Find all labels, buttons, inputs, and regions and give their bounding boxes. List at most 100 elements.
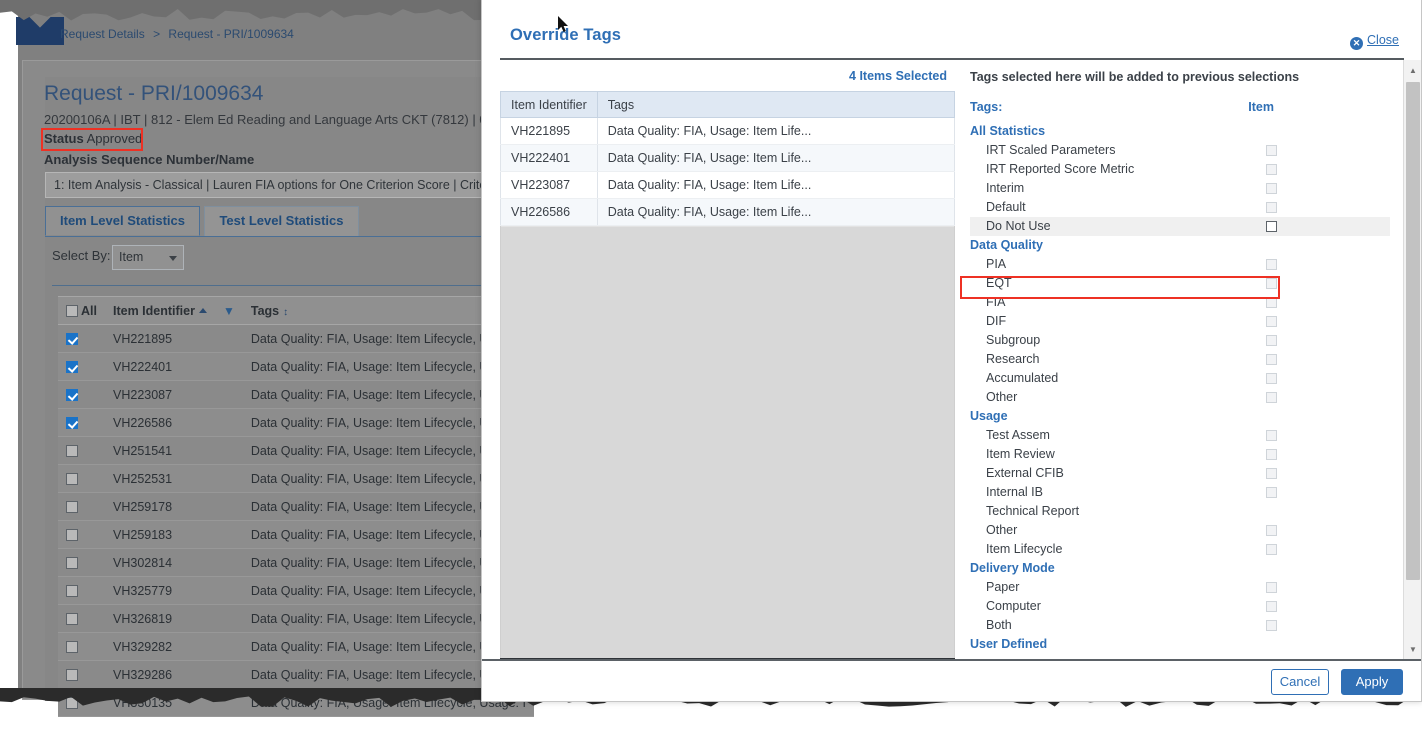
- table-row[interactable]: VH222401 Data Quality: FIA, Usage: Item L…: [58, 352, 534, 381]
- row-checkbox[interactable]: [66, 389, 78, 402]
- select-all-header[interactable]: All: [58, 296, 105, 325]
- row-select-cell[interactable]: [58, 352, 105, 381]
- tag-option-label: Computer: [986, 599, 1041, 613]
- tag-group-header-all-statistics: All Statistics: [970, 124, 1046, 138]
- tag-option-label: Paper: [986, 580, 1020, 594]
- table-row[interactable]: VH329282 Data Quality: FIA, Usage: Item L…: [58, 632, 534, 661]
- close-button[interactable]: ✕ Close: [1350, 33, 1399, 50]
- row-select-cell[interactable]: [58, 576, 105, 605]
- tag-option-checkbox: [1266, 354, 1277, 365]
- tag-option-label: IRT Scaled Parameters: [986, 143, 1116, 157]
- apply-button[interactable]: Apply: [1341, 669, 1403, 695]
- tag-option-checkbox: [1266, 145, 1277, 156]
- table-row[interactable]: VH251541 Data Quality: FIA, Usage: Item L…: [58, 436, 534, 465]
- table-body: VH221895 Data Quality: FIA, Usage: Item L…: [58, 324, 534, 717]
- tag-option-checkbox[interactable]: [1266, 221, 1277, 232]
- sequence-field[interactable]: 1: Item Analysis - Classical | Lauren FI…: [45, 172, 505, 198]
- row-select-cell[interactable]: [58, 520, 105, 549]
- tag-option-other: Other: [970, 521, 1390, 540]
- row-select-cell[interactable]: [58, 604, 105, 633]
- tag-option-label: FIA: [986, 295, 1006, 309]
- filter-icon[interactable]: ▼: [223, 304, 235, 318]
- row-select-cell[interactable]: [58, 380, 105, 409]
- tag-option-checkbox: [1266, 392, 1277, 403]
- status-label: Status: [44, 131, 84, 146]
- row-checkbox[interactable]: [66, 529, 78, 542]
- tag-option-checkbox: [1266, 620, 1277, 631]
- select-all-checkbox[interactable]: [66, 305, 78, 318]
- table-row[interactable]: VH252531 Data Quality: FIA, Usage: Item L…: [58, 464, 534, 493]
- selected-table-header-row: Item Identifier Tags: [500, 91, 956, 118]
- cancel-button[interactable]: Cancel: [1271, 669, 1329, 695]
- tag-group-header-delivery-mode: Delivery Mode: [970, 561, 1055, 575]
- row-checkbox[interactable]: [66, 445, 78, 458]
- table-row[interactable]: VH325779 Data Quality: FIA, Usage: Item L…: [58, 576, 534, 605]
- scroll-up-arrow-icon[interactable]: ▲: [1404, 62, 1421, 79]
- table-row[interactable]: VH326819 Data Quality: FIA, Usage: Item L…: [58, 604, 534, 633]
- selected-row-item-identifier: VH222401: [500, 144, 598, 172]
- statistics-tabs: Item Level Statistics Test Level Statist…: [45, 206, 359, 236]
- dialog-title: Override Tags: [510, 26, 622, 44]
- table-row[interactable]: VH302814 Data Quality: FIA, Usage: Item L…: [58, 548, 534, 577]
- tag-option-checkbox: [1266, 259, 1277, 270]
- row-item-identifier: VH326819: [105, 604, 243, 633]
- item-identifier-header[interactable]: Item Identifier ▼: [105, 296, 243, 325]
- row-item-identifier: VH259178: [105, 492, 243, 521]
- table-row[interactable]: VH329286 Data Quality: FIA, Usage: Item L…: [58, 660, 534, 689]
- scrollbar-thumb[interactable]: [1406, 82, 1420, 580]
- dialog-scrollbar[interactable]: ▲ ▼: [1403, 60, 1421, 660]
- row-item-identifier: VH325779: [105, 576, 243, 605]
- item-identifier-header-label: Item Identifier: [113, 303, 195, 318]
- tag-option-both: Both: [970, 616, 1390, 635]
- request-subtitle: 20200106A | IBT | 812 - Elem Ed Reading …: [44, 112, 502, 127]
- tag-option-label: DIF: [986, 314, 1007, 328]
- tag-option-checkbox: [1266, 430, 1277, 441]
- tag-option-item-review: Item Review: [970, 445, 1390, 464]
- row-checkbox[interactable]: [66, 501, 78, 514]
- override-tags-dialog: Override Tags ✕ Close 4 Items Selected It…: [481, 0, 1422, 702]
- tag-option-paper: Paper: [970, 578, 1390, 597]
- table-row[interactable]: VH259178 Data Quality: FIA, Usage: Item L…: [58, 492, 534, 521]
- row-select-cell[interactable]: [58, 408, 105, 437]
- row-select-cell[interactable]: [58, 492, 105, 521]
- row-checkbox[interactable]: [66, 585, 78, 598]
- tag-option-label: Both: [986, 618, 1012, 632]
- chevron-down-icon: [169, 256, 177, 261]
- table-row[interactable]: VH223087 Data Quality: FIA, Usage: Item L…: [58, 380, 534, 409]
- row-item-identifier: VH252531: [105, 464, 243, 493]
- table-row[interactable]: VH226586 Data Quality: FIA, Usage: Item L…: [58, 408, 534, 437]
- sequence-label: Analysis Sequence Number/Name: [44, 152, 255, 167]
- tab-item-level-statistics[interactable]: Item Level Statistics: [45, 206, 200, 236]
- table-row[interactable]: VH259183 Data Quality: FIA, Usage: Item L…: [58, 520, 534, 549]
- row-checkbox[interactable]: [66, 557, 78, 570]
- row-select-cell[interactable]: [58, 324, 105, 353]
- row-select-cell[interactable]: [58, 464, 105, 493]
- row-select-cell[interactable]: [58, 436, 105, 465]
- selected-row-item-identifier: VH226586: [500, 198, 598, 226]
- row-item-identifier: VH329286: [105, 660, 243, 689]
- tag-option-label: Item Review: [986, 447, 1055, 461]
- scroll-down-arrow-icon[interactable]: ▼: [1404, 641, 1421, 658]
- tag-option-checkbox: [1266, 202, 1277, 213]
- tag-option-do-not-use[interactable]: Do Not Use: [970, 217, 1390, 236]
- item-column-header: Item: [1248, 100, 1274, 114]
- select-by-value: Item: [119, 250, 144, 264]
- row-checkbox[interactable]: [66, 641, 78, 654]
- tab-test-level-statistics[interactable]: Test Level Statistics: [204, 206, 359, 236]
- row-checkbox[interactable]: [66, 473, 78, 486]
- row-checkbox[interactable]: [66, 333, 78, 346]
- row-checkbox[interactable]: [66, 361, 78, 374]
- row-select-cell[interactable]: [58, 632, 105, 661]
- row-select-cell[interactable]: [58, 548, 105, 577]
- tag-option-irt-scaled-parameters: IRT Scaled Parameters: [970, 141, 1390, 160]
- row-checkbox[interactable]: [66, 417, 78, 430]
- tag-option-research: Research: [970, 350, 1390, 369]
- breadcrumb-root[interactable]: Request Details: [60, 27, 145, 41]
- row-checkbox[interactable]: [66, 613, 78, 626]
- row-select-cell[interactable]: [58, 660, 105, 689]
- select-by-dropdown[interactable]: Item: [112, 245, 184, 270]
- dialog-body: 4 Items Selected Item Identifier Tags VH…: [482, 60, 1421, 662]
- selected-items-empty-area: [500, 226, 955, 660]
- table-row[interactable]: VH221895 Data Quality: FIA, Usage: Item L…: [58, 324, 534, 353]
- row-checkbox[interactable]: [66, 669, 78, 682]
